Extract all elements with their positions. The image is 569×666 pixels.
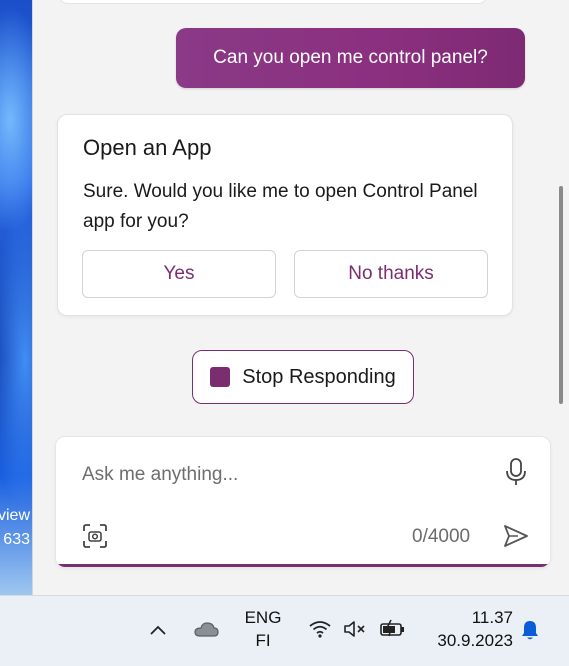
user-message-bubble: Can you open me control panel?	[176, 28, 525, 88]
stop-icon	[210, 367, 231, 387]
no-thanks-button[interactable]: No thanks	[294, 250, 488, 298]
chat-composer: 0/4000	[55, 436, 551, 568]
composer-accent-underline	[56, 564, 550, 567]
card-body: Sure. Would you like me to open Control …	[83, 181, 478, 232]
copilot-panel: Can you open me control panel? Open an A…	[32, 0, 569, 595]
microphone-icon[interactable]	[504, 457, 528, 487]
chat-input[interactable]	[80, 459, 464, 491]
camera-scan-icon[interactable]	[82, 523, 108, 549]
open-app-card: Open an App Sure. Would you like me to o…	[57, 114, 513, 316]
clock[interactable]: 11.37 30.9.2023	[423, 606, 513, 652]
cloud-icon	[194, 622, 219, 637]
keyboard-layout: FI	[255, 631, 271, 650]
battery-charging-icon	[380, 619, 404, 637]
wifi-icon	[309, 621, 331, 638]
bell-icon	[522, 621, 538, 640]
desktop-text-partial: 633	[3, 531, 30, 548]
previous-card	[58, 0, 488, 4]
send-icon[interactable]	[502, 523, 530, 549]
character-count: 0/4000	[412, 526, 471, 547]
volume-button[interactable]	[341, 618, 369, 640]
scrollbar-thumb[interactable]	[559, 186, 563, 404]
notifications-button[interactable]	[518, 618, 542, 642]
speaker-muted-icon	[344, 621, 365, 637]
card-title: Open an App	[83, 135, 212, 160]
user-message-text: Can you open me control panel?	[213, 47, 488, 68]
show-hidden-icons-button[interactable]	[146, 620, 170, 640]
desktop-wallpaper: view 633	[0, 0, 32, 595]
taskbar: ENG FI 11.37 30.9.2023	[0, 595, 569, 666]
language-code: ENG	[244, 608, 282, 627]
language-indicator[interactable]: ENG FI	[240, 606, 286, 652]
clock-date: 30.9.2023	[437, 631, 513, 650]
desktop-text-partial: view	[0, 507, 30, 524]
stop-responding-button[interactable]: Stop Responding	[192, 350, 414, 404]
clock-time: 11.37	[471, 608, 513, 627]
chevron-up-icon	[150, 625, 166, 635]
onedrive-button[interactable]	[192, 618, 220, 640]
battery-button[interactable]	[378, 618, 406, 640]
network-button[interactable]	[307, 618, 333, 640]
yes-button[interactable]: Yes	[82, 250, 276, 298]
stop-responding-label: Stop Responding	[242, 365, 396, 388]
